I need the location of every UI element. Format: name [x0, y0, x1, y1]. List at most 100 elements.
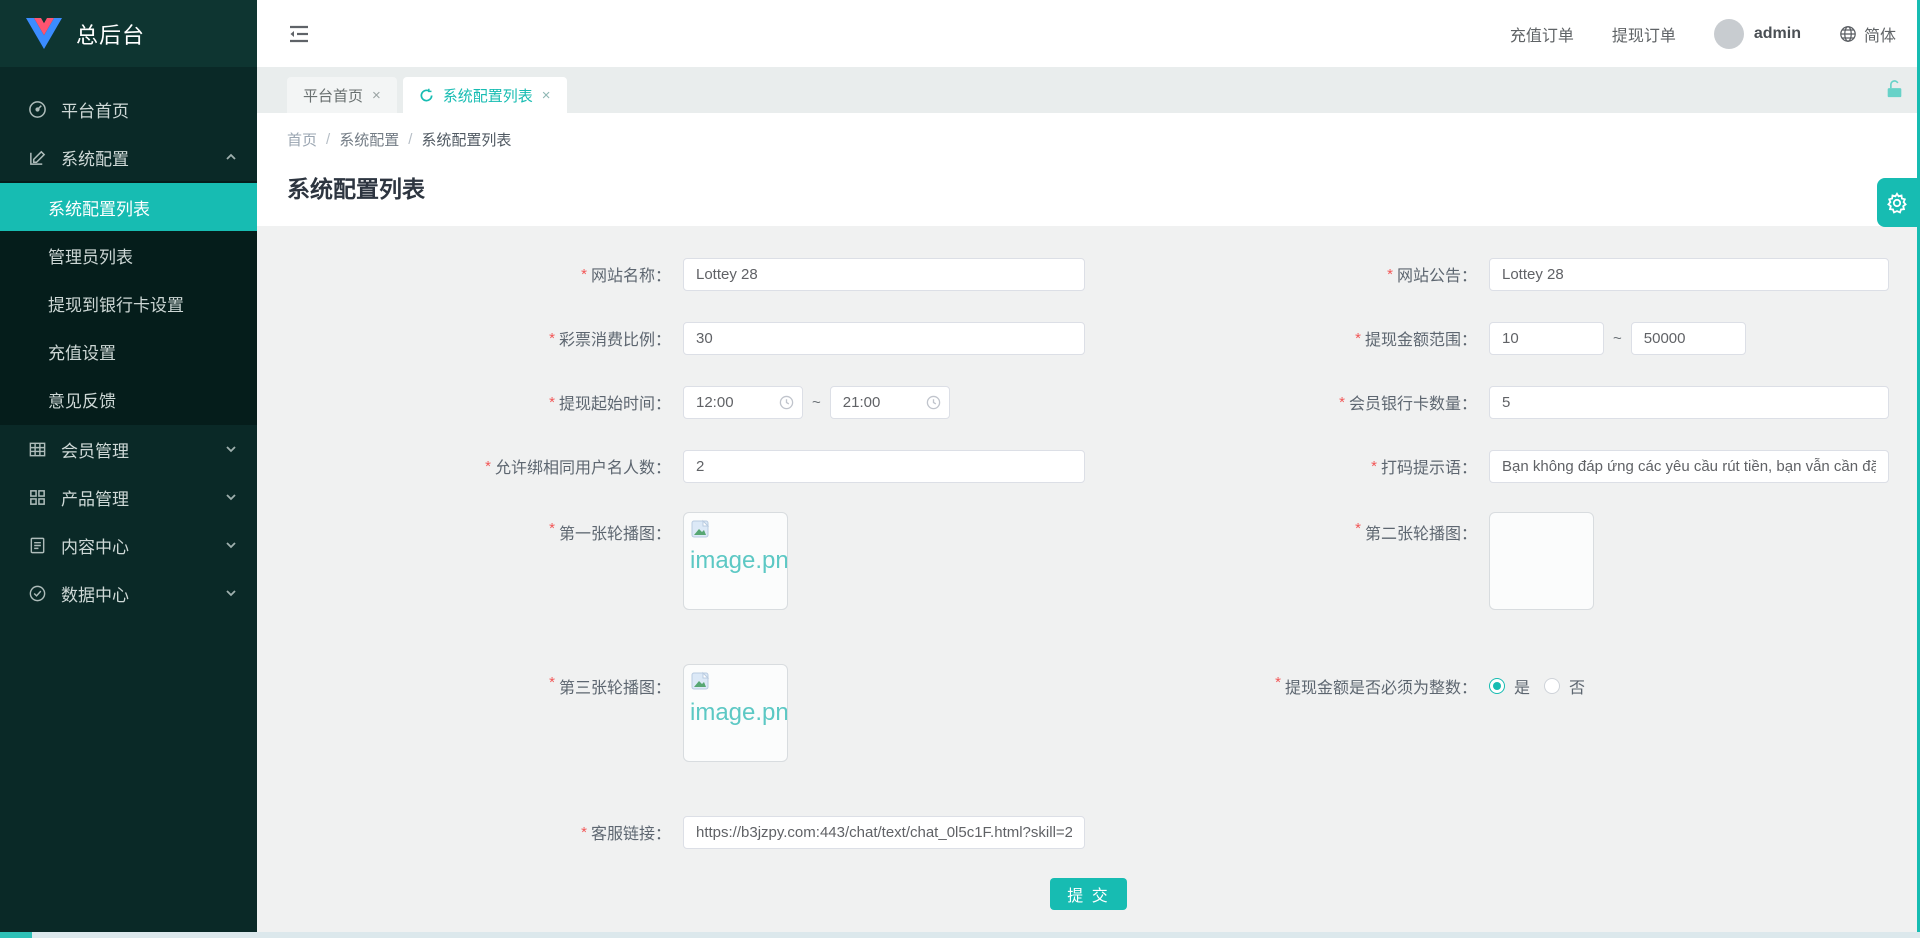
time-picker-start[interactable]: [683, 385, 803, 419]
banner1-alt-text: image.png: [690, 547, 788, 574]
banner3-upload-box[interactable]: image.png: [683, 664, 788, 762]
tab-system-config-list[interactable]: 系统配置列表 ×: [402, 77, 567, 113]
same-name-count-input[interactable]: [683, 449, 1085, 483]
user-menu[interactable]: admin: [1713, 18, 1801, 49]
dashboard-icon: [29, 100, 46, 118]
withdraw-orders-link[interactable]: 提现订单: [1612, 22, 1676, 46]
submit-button[interactable]: 提 交: [1050, 878, 1127, 910]
breadcrumb-home[interactable]: 首页: [287, 129, 317, 150]
banner2-upload-box[interactable]: [1489, 512, 1594, 610]
sidebar-item-dashboard[interactable]: 平台首页: [0, 85, 257, 133]
broken-image-icon: [691, 519, 710, 538]
required-marker: *: [581, 823, 587, 841]
tab-bar: 平台首页 × 系统配置列表 ×: [257, 67, 1920, 113]
field-label-banner3: * 第三张轮播图：: [549, 674, 671, 697]
sidebar-item-label: 系统配置: [61, 149, 129, 169]
withdraw-end-time-input[interactable]: [829, 385, 950, 419]
sidebar-item-label: 充值设置: [48, 343, 116, 363]
sidebar-item-system-config[interactable]: 系统配置: [0, 133, 257, 181]
time-picker-end[interactable]: [829, 385, 950, 419]
sidebar-item-admin-list[interactable]: 管理员列表: [0, 231, 257, 279]
required-marker: *: [549, 674, 555, 691]
sidebar-menu: 平台首页 系统配置 系统配置列表 管理员列表 提现到银行卡设置 充值设置 意见反…: [0, 67, 257, 938]
sidebar-item-data-center[interactable]: 数据中心: [0, 569, 257, 617]
topbar-right: 充值订单 提现订单 admin 简体: [1510, 18, 1896, 49]
field-label-withdraw-range: * 提现金额范围：: [1355, 329, 1477, 350]
sidebar-item-label: 系统配置列表: [48, 199, 150, 219]
sidebar-item-withdraw-card-settings[interactable]: 提现到银行卡设置: [0, 279, 257, 327]
radio-option-no[interactable]: 否: [1544, 674, 1585, 698]
bank-card-count-input[interactable]: [1489, 385, 1889, 419]
sidebar-item-member-management[interactable]: 会员管理: [0, 425, 257, 473]
required-marker: *: [1339, 393, 1345, 411]
sidebar-item-system-config-list[interactable]: 系统配置列表: [0, 183, 257, 231]
check-circle-icon: [29, 585, 46, 601]
bet-tip-input[interactable]: [1489, 449, 1889, 483]
sidebar: 总后台 平台首页 系统配置 系统配置列表 管理员列表 提现到银行卡设置 充值设置…: [0, 0, 257, 938]
topbar: 充值订单 提现订单 admin 简体: [257, 0, 1920, 67]
breadcrumb-system-config[interactable]: 系统配置: [339, 129, 399, 150]
sidebar-item-content-center[interactable]: 内容中心: [0, 521, 257, 569]
close-tab-icon[interactable]: ×: [372, 87, 381, 104]
tab-label: 系统配置列表: [442, 87, 533, 105]
tab-platform-home[interactable]: 平台首页 ×: [287, 77, 397, 113]
lottery-ratio-input[interactable]: [683, 321, 1085, 355]
site-name-input[interactable]: [683, 257, 1085, 291]
broken-image-icon: [691, 671, 710, 690]
integer-required-radio-group: 是 否: [1489, 674, 1585, 698]
unlock-icon[interactable]: [1885, 79, 1904, 99]
site-notice-input[interactable]: [1489, 257, 1889, 291]
chevron-up-icon: [226, 153, 236, 160]
required-marker: *: [485, 457, 491, 475]
sidebar-item-label: 平台首页: [61, 101, 129, 121]
radio-unselected-icon[interactable]: [1544, 678, 1561, 694]
sidebar-item-product-management[interactable]: 产品管理: [0, 473, 257, 521]
field-label-withdraw-time: * 提现起始时间：: [549, 393, 671, 414]
breadcrumb-section: 首页 / 系统配置 / 系统配置列表 系统配置列表: [257, 113, 1920, 226]
table-icon: [29, 442, 46, 456]
app-window: 总后台 平台首页 系统配置 系统配置列表 管理员列表 提现到银行卡设置 充值设置…: [0, 0, 1920, 938]
collapse-sidebar-icon[interactable]: [287, 22, 311, 46]
banner1-upload-box[interactable]: image.png: [683, 512, 788, 610]
field-label-service-link: * 客服链接：: [581, 823, 671, 844]
scrollbar-thumb[interactable]: [0, 932, 32, 938]
close-tab-icon[interactable]: ×: [542, 87, 551, 104]
field-label-lottery-ratio: * 彩票消费比例：: [549, 329, 671, 350]
horizontal-scrollbar[interactable]: [0, 932, 1920, 938]
config-form: *网站名称： *网站公告： *彩票消费比例： *提现金额范围： ~: [257, 242, 1920, 864]
required-marker: *: [1275, 674, 1281, 691]
recharge-orders-link[interactable]: 充值订单: [1510, 22, 1574, 46]
submit-row: 提 交: [257, 878, 1920, 910]
sidebar-item-recharge-settings[interactable]: 充值设置: [0, 327, 257, 375]
sidebar-item-label: 意见反馈: [48, 391, 116, 411]
sidebar-item-label: 数据中心: [61, 585, 129, 605]
withdraw-start-time-input[interactable]: [683, 385, 803, 419]
sidebar-item-label: 管理员列表: [48, 247, 133, 267]
required-marker: *: [549, 329, 555, 347]
refresh-icon[interactable]: [419, 88, 434, 103]
sidebar-item-feedback[interactable]: 意见反馈: [0, 375, 257, 423]
chevron-down-icon: [226, 494, 236, 501]
field-label-bet-tip: * 打码提示语：: [1371, 457, 1477, 478]
form-content: *网站名称： *网站公告： *彩票消费比例： *提现金额范围： ~: [257, 226, 1920, 938]
field-label-bank-card-count: * 会员银行卡数量：: [1339, 393, 1477, 414]
withdraw-max-input[interactable]: [1630, 321, 1746, 355]
radio-option-yes[interactable]: 是: [1489, 674, 1530, 698]
brand-title: 总后台: [76, 22, 146, 48]
service-link-input[interactable]: [683, 815, 1085, 849]
globe-icon: [1840, 25, 1856, 42]
tab-label: 平台首页: [303, 87, 364, 105]
field-label-same-name-count: * 允许绑相同用户名人数：: [485, 457, 671, 478]
sidebar-item-label: 会员管理: [61, 441, 129, 461]
radio-selected-icon[interactable]: [1489, 678, 1505, 694]
required-marker: *: [1387, 265, 1393, 283]
radio-label: 否: [1569, 680, 1586, 697]
withdraw-min-input[interactable]: [1489, 321, 1604, 355]
field-label-integer-required: * 提现金额是否必须为整数：: [1275, 674, 1477, 697]
username-label: admin: [1753, 24, 1801, 42]
theme-settings-button[interactable]: [1877, 178, 1917, 227]
language-switcher[interactable]: 简体: [1839, 22, 1896, 46]
avatar: [1713, 18, 1744, 49]
sidebar-item-label: 内容中心: [61, 537, 129, 557]
range-separator: ~: [1613, 329, 1622, 347]
